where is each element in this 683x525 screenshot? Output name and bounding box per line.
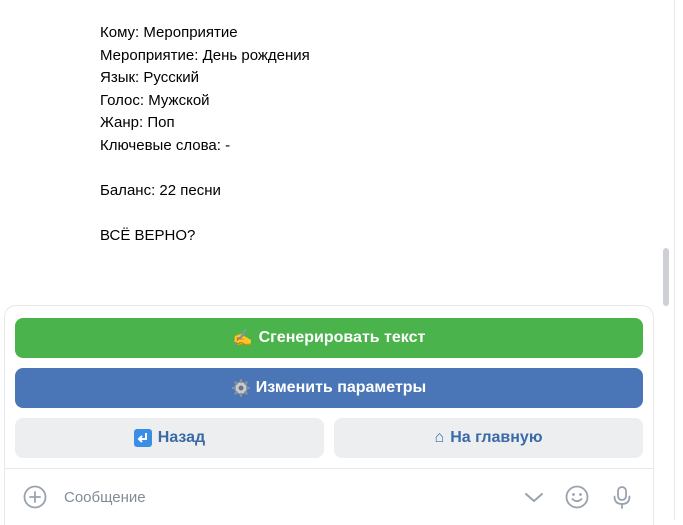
message-line-event: Мероприятие: День рождения xyxy=(100,46,310,64)
bot-message: Кому: Мероприятие Мероприятие: День рожд… xyxy=(100,22,310,247)
scrollbar-thumb[interactable] xyxy=(663,248,669,306)
chat-history: Кому: Мероприятие Мероприятие: День рожд… xyxy=(0,0,655,310)
message-line-blank xyxy=(100,202,310,225)
message-line-voice: Голос: Мужской xyxy=(100,91,210,109)
gear-icon xyxy=(231,379,250,397)
writing-hand-icon: ✍️ xyxy=(232,330,253,347)
microphone-icon[interactable] xyxy=(609,484,635,510)
message-line-keywords: Ключевые слова: - xyxy=(100,136,231,154)
message-input[interactable] xyxy=(64,487,484,507)
message-line-recipient: Кому: Мероприятие xyxy=(100,24,238,41)
home-label: На главную xyxy=(450,429,543,446)
home-button[interactable]: ⌂ На главную xyxy=(334,418,643,458)
window-divider xyxy=(674,0,675,520)
chevron-down-icon[interactable] xyxy=(521,484,547,510)
message-line-balance: Баланс: 22 песни xyxy=(100,181,221,199)
message-line-genre: Жанр: Поп xyxy=(100,114,175,131)
attach-plus-icon[interactable] xyxy=(23,485,47,509)
message-line-language: Язык: Русский xyxy=(100,69,200,86)
back-label: Назад xyxy=(157,429,206,446)
message-line-blank xyxy=(100,157,310,180)
house-icon: ⌂ xyxy=(434,429,445,446)
return-arrow-icon xyxy=(133,429,152,447)
generate-text-label: Сгенерировать текст xyxy=(258,329,426,346)
back-button[interactable]: Назад xyxy=(15,418,324,458)
change-params-button[interactable]: Изменить параметры xyxy=(15,368,643,408)
message-line-confirm: ВСЁ ВЕРНО? xyxy=(100,226,196,244)
change-params-label: Изменить параметры xyxy=(255,379,427,396)
composer-divider xyxy=(5,468,653,469)
emoji-smile-icon[interactable] xyxy=(564,484,590,510)
generate-text-button[interactable]: ✍️ Сгенерировать текст xyxy=(15,318,643,358)
